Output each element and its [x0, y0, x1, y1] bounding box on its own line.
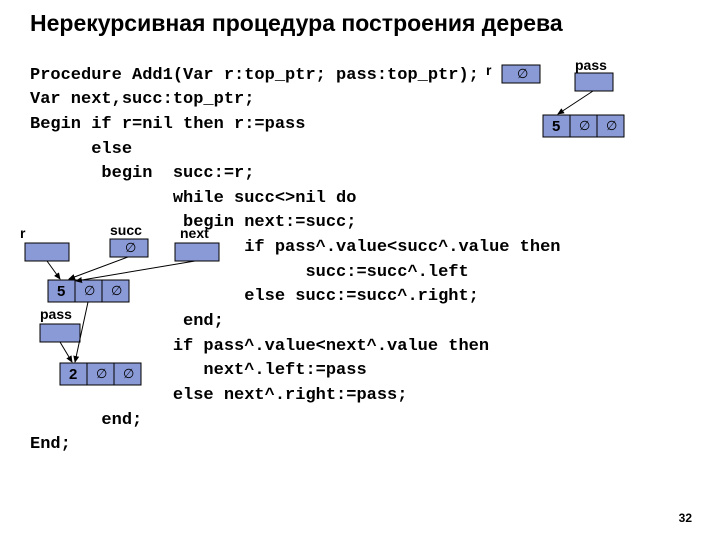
label-pass: pass	[575, 57, 607, 73]
r2-box	[25, 243, 69, 261]
code-line: Procedure Add1(Var r:top_ptr; pass:top_p…	[30, 66, 479, 85]
pass2-box	[40, 324, 80, 342]
succ-box-nil: ∅	[125, 240, 136, 255]
r-box-nil: ∅	[517, 66, 528, 81]
n2-right: ∅	[123, 366, 134, 381]
n5-left: ∅	[84, 283, 95, 298]
code-line: else	[30, 140, 132, 159]
label-r2: r	[20, 225, 26, 241]
node5-left: ∅	[579, 118, 590, 133]
code-line: begin succ:=r;	[30, 164, 254, 183]
code-line: while succ<>nil do	[30, 189, 356, 208]
arrow-r-n5	[47, 261, 60, 279]
arrow-pass-node	[558, 91, 593, 114]
code-line: Var next,succ:top_ptr;	[30, 90, 254, 109]
label-r: r	[486, 62, 492, 78]
label-next: next	[180, 225, 209, 241]
slide-title: Нерекурсивная процедура построения дерев…	[0, 0, 720, 39]
diagram-top-right: r ∅ pass 5 ∅ ∅	[480, 55, 700, 150]
n2-value: 2	[69, 366, 77, 383]
n5-value: 5	[57, 283, 65, 300]
label-pass2: pass	[40, 306, 72, 322]
label-succ: succ	[110, 222, 142, 238]
n2-left: ∅	[96, 366, 107, 381]
n5-right: ∅	[111, 283, 122, 298]
arrow-next-n5	[76, 261, 195, 281]
diagram-left: r succ next ∅ 5 ∅ ∅ pass 2 ∅ ∅	[20, 218, 250, 438]
arrow-succ-n5	[69, 257, 128, 279]
next-box	[175, 243, 219, 261]
arrow-pass-n2	[60, 342, 72, 362]
pass-box	[575, 73, 613, 91]
node5-value: 5	[552, 118, 560, 135]
code-line: End;	[30, 435, 71, 454]
code-line: Begin if r=nil then r:=pass	[30, 115, 305, 134]
page-number: 32	[679, 511, 692, 525]
node5-right: ∅	[606, 118, 617, 133]
